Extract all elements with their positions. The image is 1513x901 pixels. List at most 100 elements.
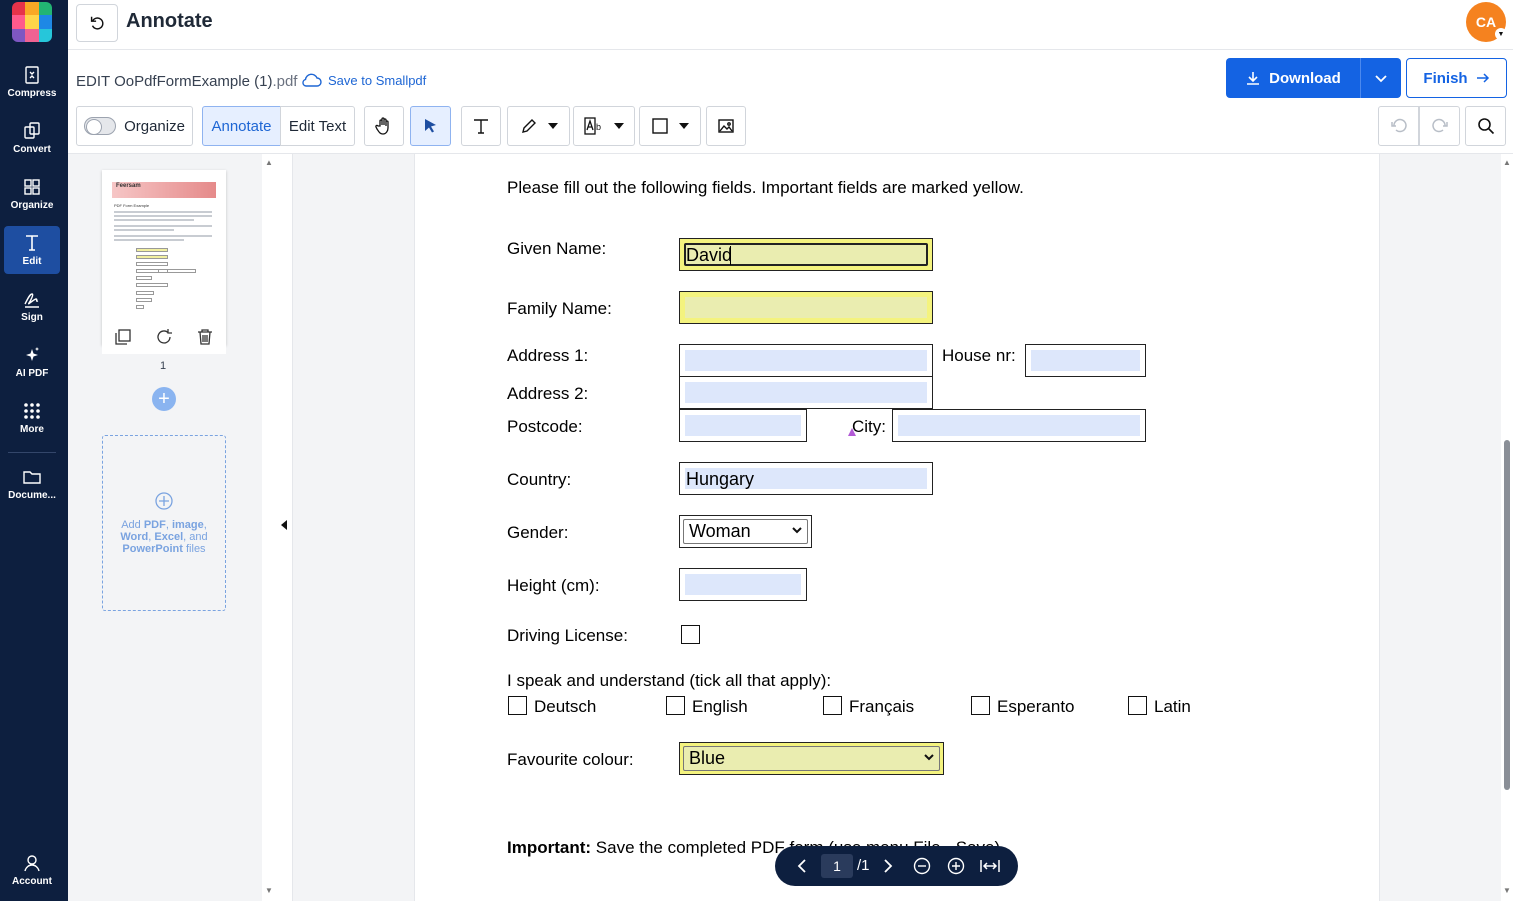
nav-sign[interactable]: Sign: [4, 282, 60, 330]
avatar-initials: CA: [1475, 14, 1497, 30]
family-name-field[interactable]: [679, 291, 933, 324]
hand-tool-button[interactable]: [364, 106, 404, 146]
thumbnail-scrollbar[interactable]: ▲ ▼: [262, 154, 276, 901]
tab-edit-text[interactable]: Edit Text: [280, 106, 355, 146]
deutsch-checkbox[interactable]: [508, 696, 527, 715]
finish-button[interactable]: Finish: [1406, 58, 1507, 98]
text-tool-button[interactable]: [461, 106, 501, 146]
download-options-button[interactable]: [1360, 58, 1401, 98]
page-thumbnail[interactable]: Feersam PDF Form Example: [102, 170, 226, 345]
fit-width-icon[interactable]: [980, 858, 1000, 874]
gender-select[interactable]: Woman: [679, 515, 812, 548]
edit-icon: [26, 235, 38, 251]
nav-compress[interactable]: Compress: [4, 58, 60, 106]
image-tool-button[interactable]: [706, 106, 746, 146]
svg-text:b: b: [596, 122, 601, 132]
shape-tool-button[interactable]: [639, 106, 701, 146]
add-files-dropzone[interactable]: Add PDF, image, Word, Excel, and PowerPo…: [102, 435, 226, 611]
house-nr-field[interactable]: [1025, 344, 1146, 377]
favourite-colour-label: Favourite colour:: [507, 750, 634, 769]
address1-label: Address 1:: [507, 346, 589, 365]
left-navigation: Compress Convert Organize Edit Sign AI P…: [0, 0, 68, 901]
chevron-down-icon: [792, 527, 802, 534]
current-page-input[interactable]: 1: [821, 854, 853, 878]
undo-button[interactable]: [1378, 106, 1419, 146]
collapse-panel-handle[interactable]: [276, 154, 293, 901]
organize-label: Organize: [124, 117, 185, 135]
nav-more[interactable]: More: [4, 394, 60, 442]
plus-icon: +: [158, 387, 170, 410]
english-checkbox[interactable]: [666, 696, 685, 715]
smallpdf-logo[interactable]: [12, 2, 52, 42]
chevron-left-icon[interactable]: [797, 859, 807, 873]
pencil-icon: [521, 119, 536, 133]
scrollbar-thumb[interactable]: [1504, 440, 1510, 790]
organize-icon: [24, 179, 40, 195]
rotate-icon[interactable]: [155, 328, 173, 346]
country-field[interactable]: Hungary: [679, 462, 933, 495]
zoom-out-icon[interactable]: [913, 857, 931, 875]
given-name-field[interactable]: David: [679, 238, 933, 271]
city-field[interactable]: [892, 409, 1146, 442]
nav-label: Organize: [10, 200, 54, 211]
save-to-smallpdf-link[interactable]: Save to Smallpdf: [300, 72, 426, 88]
zoom-in-icon[interactable]: [947, 857, 965, 875]
nav-edit[interactable]: Edit: [4, 226, 60, 274]
pdf-page: Please fill out the following fields. Im…: [414, 154, 1380, 901]
search-button[interactable]: [1465, 106, 1506, 146]
organize-toggle[interactable]: Organize: [76, 106, 193, 146]
francais-checkbox[interactable]: [823, 696, 842, 715]
file-name: EDIT OoPdfFormExample (1).pdf: [76, 73, 297, 90]
driving-license-checkbox[interactable]: [681, 625, 700, 644]
top-bar: Annotate CA ▼: [68, 0, 1513, 50]
nav-organize[interactable]: Organize: [4, 170, 60, 218]
height-field[interactable]: [679, 568, 807, 601]
chevron-right-icon[interactable]: [883, 859, 893, 873]
download-button[interactable]: Download: [1226, 58, 1360, 98]
favourite-colour-select[interactable]: Blue: [679, 742, 944, 775]
nav-divider: [8, 452, 56, 453]
duplicate-icon[interactable]: [114, 328, 132, 346]
english-label: English: [692, 697, 748, 716]
thumbnail-subtitle: PDF Form Example: [114, 203, 150, 208]
page-title: Annotate: [126, 10, 213, 32]
trash-icon[interactable]: [196, 328, 214, 346]
dropzone-text: Add PDF, image, Word, Excel, and PowerPo…: [120, 519, 208, 555]
cursor-icon: [424, 119, 436, 133]
highlight-tool-button[interactable]: b: [573, 106, 635, 146]
grid-icon: [24, 403, 40, 419]
nav-label: Convert: [13, 144, 51, 155]
esperanto-checkbox[interactable]: [971, 696, 990, 715]
nav-convert[interactable]: Convert: [4, 114, 60, 162]
document-scrollbar[interactable]: ▲ ▼: [1501, 154, 1513, 901]
redo-button[interactable]: [1419, 106, 1460, 146]
nav-label: Compress: [7, 88, 57, 99]
back-button[interactable]: [76, 4, 118, 42]
nav-label: Sign: [21, 312, 43, 323]
postcode-field[interactable]: [679, 409, 807, 442]
convert-icon: [24, 122, 40, 139]
nav-documents[interactable]: Docume...: [4, 460, 60, 508]
select-tool-button[interactable]: [410, 106, 451, 146]
toggle-switch[interactable]: [84, 117, 117, 135]
colour-value: Blue: [689, 748, 726, 768]
nav-label: Edit: [22, 256, 42, 267]
country-label: Country:: [507, 470, 572, 489]
address2-field[interactable]: [679, 376, 933, 409]
nav-ai-pdf[interactable]: AI PDF: [4, 338, 60, 386]
nav-account[interactable]: Account: [4, 846, 60, 894]
document-viewport: Please fill out the following fields. Im…: [293, 154, 1501, 901]
add-page-button[interactable]: +: [152, 387, 176, 411]
draw-tool-button[interactable]: [507, 106, 570, 146]
city-label: City:: [852, 417, 886, 436]
latin-checkbox[interactable]: [1128, 696, 1147, 715]
page-thumbnails-panel: Feersam PDF Form Example 1 + Add PDF, im…: [68, 154, 262, 901]
tab-annotate[interactable]: Annotate: [202, 106, 281, 146]
caret-down-icon: [614, 123, 624, 129]
caret-down-icon: [679, 123, 689, 129]
page-navigator: 1 /1: [775, 846, 1018, 886]
address1-field[interactable]: [679, 344, 933, 377]
image-icon: [718, 119, 734, 133]
page-number-label: 1: [160, 360, 167, 372]
chevron-down-icon[interactable]: ▼: [1495, 28, 1507, 40]
